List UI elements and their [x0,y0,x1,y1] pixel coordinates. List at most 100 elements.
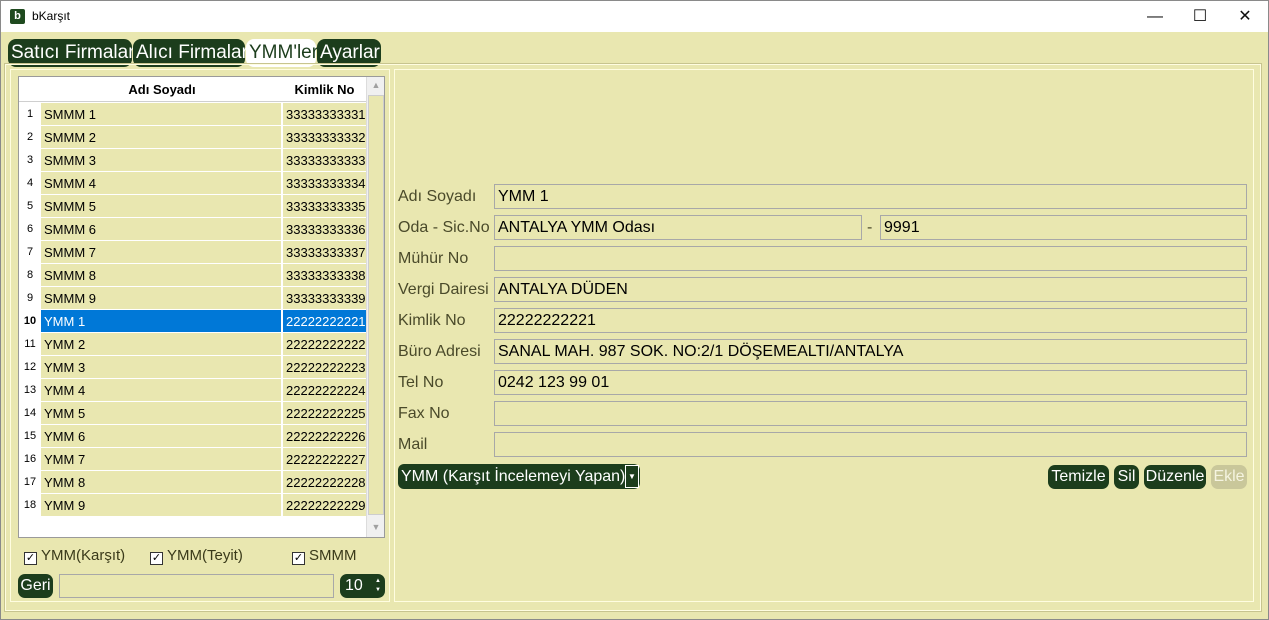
table-row[interactable]: 13 YMM 4 22222222224 [19,379,366,402]
name-cell[interactable]: YMM 8 [41,471,282,494]
back-button[interactable]: Geri [18,574,53,598]
id-cell[interactable]: 33333333339 [283,287,366,310]
search-input[interactable] [59,574,334,598]
name-field[interactable]: YMM 1 [494,184,1247,209]
id-cell[interactable]: 33333333337 [283,241,366,264]
id-cell[interactable]: 22222222227 [283,448,366,471]
name-cell[interactable]: SMMM 1 [41,103,282,126]
name-cell[interactable]: YMM 2 [41,333,282,356]
id-field[interactable]: 22222222221 [494,308,1247,333]
id-cell[interactable]: 33333333332 [283,126,366,149]
clear-button[interactable]: Temizle [1048,465,1109,489]
table-row[interactable]: 10 YMM 1 22222222221 [19,310,366,333]
page-size-stepper[interactable]: 10 ▲ ▼ [340,574,385,598]
minimize-button[interactable]: — [1132,1,1178,32]
ymm-grid[interactable]: Adı Soyadı Kimlik No 1 SMMM 1 33333333331 2… [18,76,385,538]
name-cell[interactable]: SMMM 6 [41,218,282,241]
row-number[interactable]: 6 [19,218,41,241]
row-number[interactable]: 11 [19,333,41,356]
address-field[interactable]: SANAL MAH. 987 SOK. NO:2/1 DÖŞEMEALTI/AN… [494,339,1247,364]
tab-alici-firmalar[interactable]: Alıcı Firmalar [133,39,248,67]
table-row[interactable]: 9 SMMM 9 33333333339 [19,287,366,310]
ymm-type-select[interactable]: YMM (Karşıt İncelemeyi Yapan) ▼ [398,464,640,489]
table-row[interactable]: 11 YMM 2 22222222222 [19,333,366,356]
row-number[interactable]: 1 [19,103,41,126]
row-number[interactable]: 5 [19,195,41,218]
id-cell[interactable]: 22222222224 [283,379,366,402]
row-number[interactable]: 10 [19,310,41,333]
name-cell[interactable]: YMM 1 [41,310,282,333]
table-row[interactable]: 8 SMMM 8 33333333338 [19,264,366,287]
row-number[interactable]: 16 [19,448,41,471]
close-button[interactable]: ✕ [1222,1,1268,32]
registration-no-field[interactable]: 9991 [880,215,1247,240]
name-cell[interactable]: YMM 9 [41,494,282,517]
scroll-up-icon[interactable]: ▲ [368,77,384,94]
name-cell[interactable]: YMM 5 [41,402,282,425]
seal-field[interactable] [494,246,1247,271]
column-header-id[interactable]: Kimlik No [283,77,366,102]
id-cell[interactable]: 33333333338 [283,264,366,287]
row-number[interactable]: 18 [19,494,41,517]
id-cell[interactable]: 22222222221 [283,310,366,333]
row-number[interactable]: 14 [19,402,41,425]
id-cell[interactable]: 33333333335 [283,195,366,218]
scroll-thumb[interactable] [368,95,384,515]
table-row[interactable]: 6 SMMM 6 33333333336 [19,218,366,241]
column-header-name[interactable]: Adı Soyadı [41,77,283,102]
row-number[interactable]: 9 [19,287,41,310]
id-cell[interactable]: 22222222228 [283,471,366,494]
table-row[interactable]: 14 YMM 5 22222222225 [19,402,366,425]
tab-satici-firmalar[interactable]: Satıcı Firmalar [8,39,135,67]
id-cell[interactable]: 33333333334 [283,172,366,195]
table-row[interactable]: 17 YMM 8 22222222228 [19,471,366,494]
id-cell[interactable]: 22222222229 [283,494,366,517]
row-number[interactable]: 7 [19,241,41,264]
table-row[interactable]: 3 SMMM 3 33333333333 [19,149,366,172]
tab-ayarlar[interactable]: Ayarlar [317,39,381,67]
tab-ymmler[interactable]: YMM'ler [246,39,318,67]
id-cell[interactable]: 33333333336 [283,218,366,241]
id-cell[interactable]: 33333333333 [283,149,366,172]
name-cell[interactable]: YMM 3 [41,356,282,379]
name-cell[interactable]: SMMM 9 [41,287,282,310]
table-row[interactable]: 15 YMM 6 22222222226 [19,425,366,448]
table-row[interactable]: 1 SMMM 1 33333333331 [19,103,366,126]
delete-button[interactable]: Sil [1114,465,1139,489]
chamber-field[interactable]: ANTALYA YMM Odası [494,215,862,240]
name-cell[interactable]: YMM 4 [41,379,282,402]
table-row[interactable]: 16 YMM 7 22222222227 [19,448,366,471]
id-cell[interactable]: 22222222225 [283,402,366,425]
row-number[interactable]: 8 [19,264,41,287]
table-row[interactable]: 4 SMMM 4 33333333334 [19,172,366,195]
fax-field[interactable] [494,401,1247,426]
row-number[interactable]: 15 [19,425,41,448]
name-cell[interactable]: SMMM 4 [41,172,282,195]
name-cell[interactable]: SMMM 3 [41,149,282,172]
name-cell[interactable]: YMM 7 [41,448,282,471]
row-number[interactable]: 4 [19,172,41,195]
chevron-down-icon[interactable]: ▼ [625,465,639,488]
row-number[interactable]: 12 [19,356,41,379]
row-number[interactable]: 3 [19,149,41,172]
id-cell[interactable]: 33333333331 [283,103,366,126]
table-row[interactable]: 7 SMMM 7 33333333337 [19,241,366,264]
grid-scrollbar[interactable]: ▲ ▼ [366,77,384,537]
stepper-arrows-icon[interactable]: ▲ ▼ [375,577,381,595]
checkbox-icon[interactable]: ✓ [24,552,37,565]
filter-ymm-teyit[interactable]: ✓ YMM(Teyit) [150,547,243,565]
name-cell[interactable]: SMMM 7 [41,241,282,264]
name-cell[interactable]: SMMM 8 [41,264,282,287]
table-row[interactable]: 18 YMM 9 22222222229 [19,494,366,517]
id-cell[interactable]: 22222222222 [283,333,366,356]
tel-field[interactable]: 0242 123 99 01 [494,370,1247,395]
row-number[interactable]: 17 [19,471,41,494]
name-cell[interactable]: SMMM 5 [41,195,282,218]
table-row[interactable]: 2 SMMM 2 33333333332 [19,126,366,149]
edit-button[interactable]: Düzenle [1144,465,1206,489]
row-number[interactable]: 13 [19,379,41,402]
filter-smmm[interactable]: ✓ SMMM [292,547,357,565]
table-row[interactable]: 5 SMMM 5 33333333335 [19,195,366,218]
row-number[interactable]: 2 [19,126,41,149]
id-cell[interactable]: 22222222226 [283,425,366,448]
